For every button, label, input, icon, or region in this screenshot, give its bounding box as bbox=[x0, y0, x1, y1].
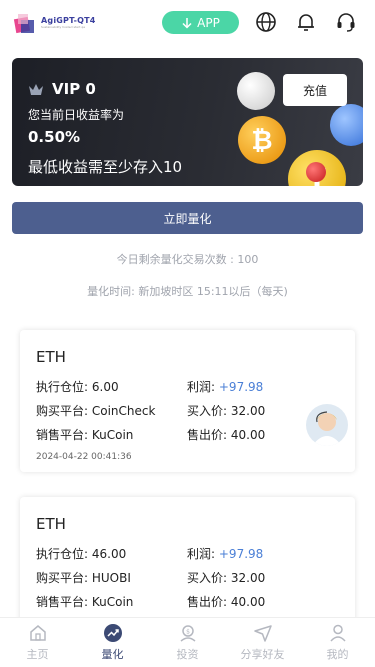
buy-price-row: 买入价: 32.00 bbox=[187, 569, 265, 586]
nav-item-quantify[interactable]: 量化 bbox=[75, 618, 150, 667]
logo-mark bbox=[12, 10, 38, 36]
crown-icon bbox=[29, 84, 43, 95]
trade-card: ETH 执行仓位: 6.00 利润: +97.98 购买平台: CoinChec… bbox=[20, 330, 355, 472]
profit-row: 利润: +97.98 bbox=[187, 545, 263, 562]
buy-price-label: 买入价: bbox=[187, 404, 228, 418]
logo[interactable]: AgiGPT-QT4 Sustainability hosted start q… bbox=[12, 3, 112, 43]
sell-platform-value: KuCoin bbox=[91, 595, 134, 609]
remaining-trades-text: 今日剩余量化交易次数 : 100 bbox=[116, 253, 259, 266]
buy-price-label: 买入价: bbox=[187, 571, 228, 585]
logo-tagline: Sustainability hosted start qe bbox=[41, 25, 86, 29]
send-icon bbox=[253, 625, 272, 642]
chart-up-icon bbox=[103, 624, 122, 642]
trade-coin: ETH bbox=[36, 515, 66, 533]
nav-label: 分享好友 bbox=[240, 648, 285, 661]
sell-price-row: 售出价: 40.00 bbox=[187, 426, 265, 443]
app-header: AgiGPT-QT4 Sustainability hosted start q… bbox=[0, 0, 375, 46]
sell-platform-label: 销售平台: bbox=[36, 595, 89, 609]
position-row: 执行仓位: 46.00 bbox=[36, 545, 126, 562]
headset-icon[interactable] bbox=[335, 11, 357, 33]
bell-icon[interactable] bbox=[295, 11, 317, 33]
buy-platform-row: 购买平台: HUOBI bbox=[36, 569, 131, 586]
download-app-button[interactable]: APP bbox=[162, 11, 239, 34]
ethereum-coin-graphic bbox=[330, 104, 363, 146]
quantify-now-button[interactable]: 立即量化 bbox=[12, 202, 363, 234]
min-deposit-text: 最低收益需至少存入10 bbox=[28, 158, 183, 176]
nav-label: 量化 bbox=[101, 648, 124, 661]
nav-item-share[interactable]: 分享好友 bbox=[225, 618, 300, 667]
buy-platform-value: HUOBI bbox=[91, 571, 131, 585]
coin-graphic bbox=[237, 72, 275, 110]
support-agent-avatar[interactable] bbox=[306, 404, 348, 446]
buy-price-value: 32.00 bbox=[230, 404, 266, 418]
home-icon bbox=[29, 625, 46, 641]
app-button-label: APP bbox=[197, 15, 220, 30]
svg-text:$: $ bbox=[186, 629, 190, 636]
bitcoin-coin-graphic: ₿ bbox=[238, 116, 286, 164]
logo-name: AgiGPT-QT4 bbox=[41, 16, 96, 25]
nav-label: 投资 bbox=[176, 648, 199, 661]
position-value: 46.00 bbox=[91, 547, 127, 561]
user-icon bbox=[329, 624, 346, 642]
wallet-icon: $ bbox=[180, 625, 195, 642]
position-label: 执行仓位: bbox=[36, 547, 89, 561]
buy-platform-label: 购买平台: bbox=[36, 571, 89, 585]
coin-graphic bbox=[306, 162, 326, 182]
buy-price-value: 32.00 bbox=[230, 571, 266, 585]
nav-item-invest[interactable]: $ 投资 bbox=[150, 618, 225, 667]
sell-price-value: 40.00 bbox=[230, 428, 266, 442]
profit-value: +97.98 bbox=[218, 380, 264, 394]
sell-platform-label: 销售平台: bbox=[36, 428, 89, 442]
profit-row: 利润: +97.98 bbox=[187, 378, 263, 395]
sell-platform-value: KuCoin bbox=[91, 428, 134, 442]
buy-price-row: 买入价: 32.00 bbox=[187, 402, 265, 419]
buy-platform-row: 购买平台: CoinCheck bbox=[36, 402, 155, 419]
quantify-time-text: 量化时间: 新加坡时区 15:11以后（每天) bbox=[87, 285, 288, 298]
daily-rate-label: 您当前日收益率为 bbox=[28, 108, 125, 122]
profit-label: 利润: bbox=[187, 380, 216, 394]
position-value: 6.00 bbox=[91, 380, 119, 394]
sell-price-row: 售出价: 40.00 bbox=[187, 593, 265, 610]
sell-platform-row: 销售平台: KuCoin bbox=[36, 426, 133, 443]
buy-platform-label: 购买平台: bbox=[36, 404, 89, 418]
position-label: 执行仓位: bbox=[36, 380, 89, 394]
profit-label: 利润: bbox=[187, 547, 216, 561]
profit-value: +97.98 bbox=[218, 547, 264, 561]
globe-icon[interactable] bbox=[255, 11, 277, 33]
sell-price-value: 40.00 bbox=[230, 595, 266, 609]
trade-coin: ETH bbox=[36, 348, 66, 366]
nav-label: 我的 bbox=[326, 648, 349, 661]
arrow-down-icon bbox=[182, 17, 192, 29]
sell-platform-row: 销售平台: KuCoin bbox=[36, 593, 133, 610]
daily-rate-value: 0.50% bbox=[28, 128, 81, 146]
vip-level: VIP 0 bbox=[52, 80, 96, 98]
sell-price-label: 售出价: bbox=[187, 428, 228, 442]
recharge-button[interactable]: 充值 bbox=[283, 74, 347, 106]
sell-price-label: 售出价: bbox=[187, 595, 228, 609]
nav-item-profile[interactable]: 我的 bbox=[300, 618, 375, 667]
position-row: 执行仓位: 6.00 bbox=[36, 378, 119, 395]
nav-label: 主页 bbox=[26, 648, 49, 661]
bottom-nav: 主页 量化 $ 投资 分享好友 我的 bbox=[0, 617, 375, 667]
vip-banner: ₿ T VIP 0 您当前日收益率为 0.50% 最低收益需至少存入10 充值 bbox=[12, 58, 363, 186]
nav-item-home[interactable]: 主页 bbox=[0, 618, 75, 667]
buy-platform-value: CoinCheck bbox=[91, 404, 156, 418]
trade-timestamp: 2024-04-22 00:41:36 bbox=[36, 452, 132, 462]
